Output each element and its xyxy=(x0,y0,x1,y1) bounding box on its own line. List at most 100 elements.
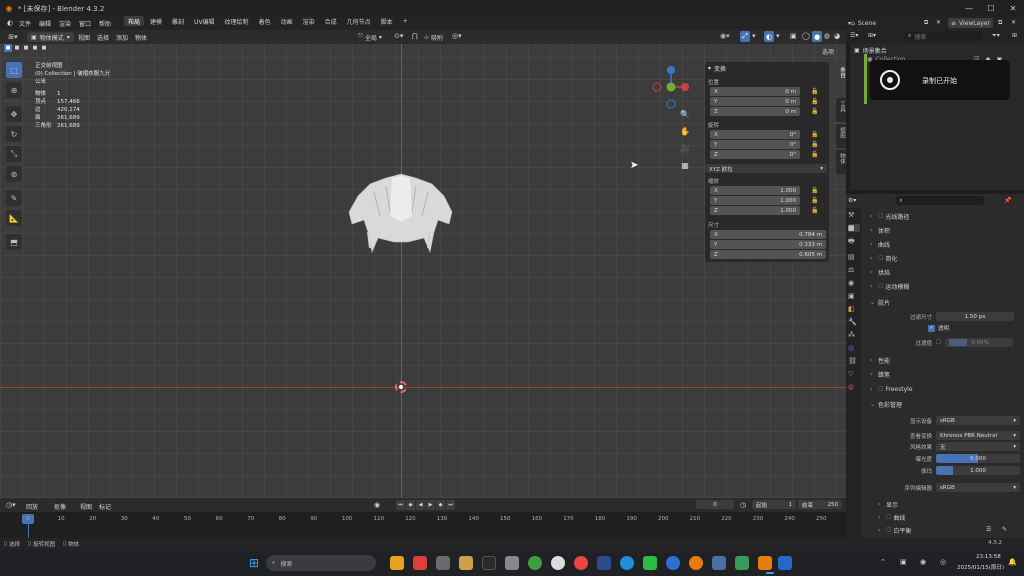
sequencer-dropdown[interactable]: sRGB ▾ xyxy=(936,483,1020,492)
gizmo-toggle-icon[interactable]: ⤢ xyxy=(740,31,750,42)
tab-view[interactable]: 视图 xyxy=(836,124,846,148)
annotate-icon[interactable]: ✎ xyxy=(6,190,22,206)
section-simplify[interactable]: › ☐ 简化 xyxy=(870,252,897,264)
select-intersect-icon[interactable]: ■ xyxy=(40,44,48,52)
tab-modeling[interactable]: 建模 xyxy=(146,16,166,26)
data-tab-icon[interactable]: ▽ xyxy=(848,370,860,378)
tool-tab-icon[interactable]: ⚒ xyxy=(848,211,860,219)
lock-icon[interactable]: 🔓 xyxy=(811,108,818,115)
app-icon-red[interactable] xyxy=(413,556,427,570)
app-icon-light[interactable] xyxy=(505,556,519,570)
section-bake[interactable]: › 烘焙 xyxy=(870,266,890,278)
display-mode-icon[interactable]: ⊞▾ xyxy=(868,32,876,39)
tab-sculpting[interactable]: 雕刻 xyxy=(168,16,188,26)
tl-menu-keying[interactable]: 抠像 xyxy=(54,502,66,511)
filter-icon[interactable]: ⏷▾ xyxy=(992,32,1000,40)
lock-icon[interactable]: 🔓 xyxy=(811,197,818,204)
tab-animation[interactable]: 动画 xyxy=(277,16,297,26)
app-icon-redcircle[interactable] xyxy=(574,556,588,570)
close-icon[interactable]: ✕ xyxy=(1011,19,1016,26)
particles-tab-icon[interactable]: ⁂ xyxy=(848,331,860,339)
menu-render[interactable]: 渲染 xyxy=(59,19,71,28)
menu-file[interactable]: 文件 xyxy=(19,19,31,28)
view-layer-tab-icon[interactable]: ▤ xyxy=(848,253,860,261)
scale-icon[interactable]: ⤡ xyxy=(6,146,22,162)
tab-object[interactable]: 物体 xyxy=(836,150,846,174)
checkbox-icon[interactable]: ☐ xyxy=(936,339,941,346)
section-motion-blur[interactable]: › ☐ 运动模糊 xyxy=(870,280,909,292)
section-cm-curves[interactable]: › ☐ 曲线 xyxy=(878,511,905,523)
camera-icon[interactable]: 🎥 xyxy=(678,142,692,154)
navigation-gizmo[interactable] xyxy=(648,64,694,110)
add-cube-icon[interactable]: ⬒ xyxy=(6,234,22,250)
section-film[interactable]: ⌄ 胶片 xyxy=(870,296,890,308)
move-icon[interactable]: ✥ xyxy=(6,106,22,122)
object-tab-icon[interactable]: ◧ xyxy=(848,305,860,313)
app-icon-teal[interactable] xyxy=(735,556,749,570)
lock-icon[interactable]: 🔓 xyxy=(811,207,818,214)
blender-active-icon[interactable] xyxy=(758,556,772,570)
render-tab-icon[interactable]: ▦ xyxy=(848,224,860,232)
physics-tab-icon[interactable]: ◎ xyxy=(848,344,860,352)
section-freestyle[interactable]: › ☐ Freestyle xyxy=(870,383,913,395)
tray-app-icon[interactable]: ▣ xyxy=(900,558,907,566)
blender-taskbar-icon[interactable] xyxy=(689,556,703,570)
select-invert-icon[interactable]: ■ xyxy=(31,44,39,52)
tab-shading[interactable]: 着色 xyxy=(255,16,275,26)
lock-icon[interactable]: 🔓 xyxy=(811,151,818,158)
play-icon[interactable]: ▶ xyxy=(426,500,435,510)
select-extend-icon[interactable]: ■ xyxy=(13,44,21,52)
app-icon-steel[interactable] xyxy=(712,556,726,570)
tab-item[interactable]: 条目 xyxy=(836,64,846,96)
outliner-search[interactable]: ⌕ 搜索 xyxy=(904,31,982,41)
visibility-icon[interactable]: ◉▾ xyxy=(720,32,730,40)
properties-editor-icon[interactable]: ⚙▾ xyxy=(848,197,856,204)
windows-start-icon[interactable]: ⊞ xyxy=(246,555,262,571)
record-icon[interactable]: ◉ xyxy=(374,501,380,509)
world-tab-icon[interactable]: ◉ xyxy=(848,279,860,287)
scene-tab-icon[interactable]: ⚖ xyxy=(848,266,860,274)
tab-rendering[interactable]: 渲染 xyxy=(299,16,319,26)
scene-selector[interactable]: ▾⌂ Scene xyxy=(848,18,876,28)
display-device-dropdown[interactable]: sRGB ▾ xyxy=(936,416,1020,425)
tl-menu-marker[interactable]: 标记 xyxy=(99,502,111,511)
menu-edit[interactable]: 编辑 xyxy=(39,19,51,28)
clock-icon[interactable]: ◷ xyxy=(740,501,746,509)
tl-menu-playback[interactable]: 回放 xyxy=(26,502,38,511)
copy-icon[interactable]: ⧉ xyxy=(998,19,1002,27)
section-light-paths[interactable]: › ☐ 光线路径 xyxy=(870,210,909,222)
dimension-x-field[interactable]: X 0.784 m xyxy=(710,230,826,239)
rotation-y-field[interactable]: Y 0° xyxy=(710,140,800,149)
exposure-slider[interactable]: 0.000 xyxy=(936,454,1020,463)
timeline[interactable]: 0 10 20 30 40 50 60 70 80 90 100 110 120 130 140 150 160… xyxy=(0,512,846,538)
transparent-row[interactable]: ✓ 透明 xyxy=(928,324,949,332)
snap-target[interactable]: ⊹ 吸附 xyxy=(424,32,443,42)
tl-menu-view[interactable]: 视图 xyxy=(80,502,92,511)
view-layer-selector[interactable]: ≡ ViewLayer xyxy=(948,18,993,28)
app-icon-blue[interactable] xyxy=(597,556,611,570)
pan-hand-icon[interactable]: ✋ xyxy=(678,125,692,137)
rendered-shading-icon[interactable]: ◕ xyxy=(834,32,840,40)
section-volumes[interactable]: › 体积 xyxy=(870,224,890,236)
transform-orientation[interactable]: ⤧ 全局 ▾ xyxy=(358,32,382,42)
panel-header[interactable]: ▾ 变换 xyxy=(708,64,726,73)
location-z-field[interactable]: Z 0 m xyxy=(710,107,800,116)
tray-app-icon[interactable]: ◉ xyxy=(920,558,926,566)
snap-magnet-icon[interactable]: ⋂ xyxy=(412,32,418,40)
constraints-tab-icon[interactable]: ⛓ xyxy=(848,357,860,365)
app-icon-gray[interactable] xyxy=(436,556,450,570)
tab-uv-editing[interactable]: UV编辑 xyxy=(190,16,219,26)
rotation-x-field[interactable]: X 0° xyxy=(710,130,800,139)
vp-menu-add[interactable]: 添加 xyxy=(116,33,128,42)
select-box-icon[interactable]: ⬚ xyxy=(6,62,22,78)
filter-size-field[interactable]: 1.50 px xyxy=(936,312,1014,321)
close-icon[interactable]: ✕ xyxy=(936,19,941,26)
lock-icon[interactable]: 🔓 xyxy=(811,141,818,148)
collection-tab-icon[interactable]: ▣ xyxy=(848,292,860,300)
scale-x-field[interactable]: X 1.000 xyxy=(710,186,800,195)
zoom-icon[interactable]: 🔍 xyxy=(678,108,692,120)
look-dropdown[interactable]: 无 ▾ xyxy=(936,442,1020,451)
eyedropper-icon[interactable]: ✎ xyxy=(1002,526,1007,533)
vp-menu-select[interactable]: 选择 xyxy=(97,33,109,42)
tray-app-icon[interactable]: ◎ xyxy=(940,558,946,566)
